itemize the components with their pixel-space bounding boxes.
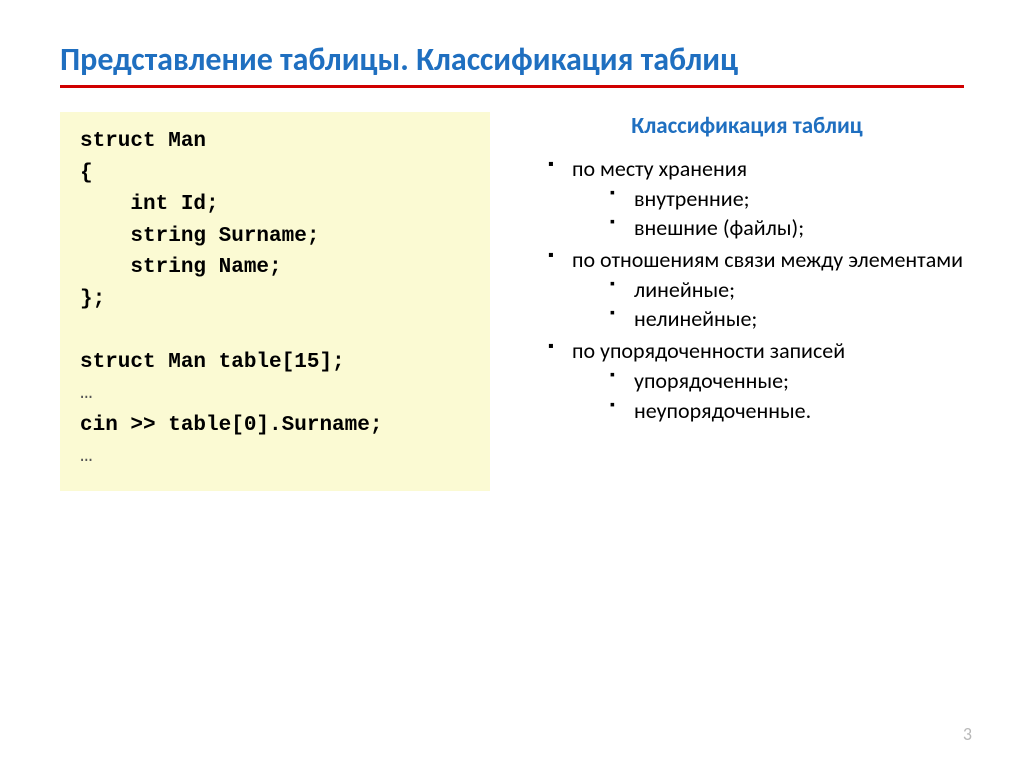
list-item-label: нелинейные; bbox=[634, 305, 757, 332]
page-number: 3 bbox=[963, 723, 972, 745]
right-column: Классификация таблиц по месту хранения в… bbox=[530, 112, 964, 427]
list-item: по месту хранения внутренние; внешние (ф… bbox=[548, 154, 964, 243]
code-line: … bbox=[80, 382, 93, 405]
code-line: string Name; bbox=[80, 256, 282, 279]
content-row: struct Man { int Id; string Surname; str… bbox=[60, 112, 964, 491]
list-item: линейные; bbox=[610, 275, 964, 305]
list-item: упорядоченные; bbox=[610, 366, 964, 396]
list-item-label: неупорядоченные. bbox=[634, 397, 811, 424]
code-line: cin >> table[0].Surname; bbox=[80, 414, 382, 437]
list-item: по упорядоченности записей упорядоченные… bbox=[548, 336, 964, 425]
list-item-label: по месту хранения bbox=[572, 155, 747, 182]
code-line: … bbox=[80, 445, 93, 468]
code-line: string Surname; bbox=[80, 225, 319, 248]
slide-title: Представление таблицы. Классификация таб… bbox=[60, 40, 964, 88]
code-line: struct Man table[15]; bbox=[80, 351, 345, 374]
list-item: внешние (файлы); bbox=[610, 213, 964, 243]
sublist: линейные; нелинейные; bbox=[572, 275, 964, 334]
list-item-label: упорядоченные; bbox=[634, 367, 789, 394]
list-item-label: внешние (файлы); bbox=[634, 214, 804, 241]
code-line: { bbox=[80, 162, 93, 185]
list-item-label: линейные; bbox=[634, 276, 735, 303]
classification-list: по месту хранения внутренние; внешние (ф… bbox=[530, 154, 964, 425]
sublist: внутренние; внешние (файлы); bbox=[572, 184, 964, 243]
list-item: неупорядоченные. bbox=[610, 396, 964, 426]
code-line: }; bbox=[80, 288, 105, 311]
list-item-label: внутренние; bbox=[634, 185, 750, 212]
list-item: внутренние; bbox=[610, 184, 964, 214]
list-item-label: по упорядоченности записей bbox=[572, 337, 845, 364]
code-line: int Id; bbox=[80, 193, 219, 216]
classification-heading: Классификация таблиц bbox=[530, 112, 964, 140]
list-item: по отношениям связи между элементами лин… bbox=[548, 245, 964, 334]
list-item-label: по отношениям связи между элементами bbox=[572, 246, 963, 273]
list-item: нелинейные; bbox=[610, 304, 964, 334]
sublist: упорядоченные; неупорядоченные. bbox=[572, 366, 964, 425]
code-block: struct Man { int Id; string Surname; str… bbox=[60, 112, 490, 491]
code-line: struct Man bbox=[80, 130, 206, 153]
